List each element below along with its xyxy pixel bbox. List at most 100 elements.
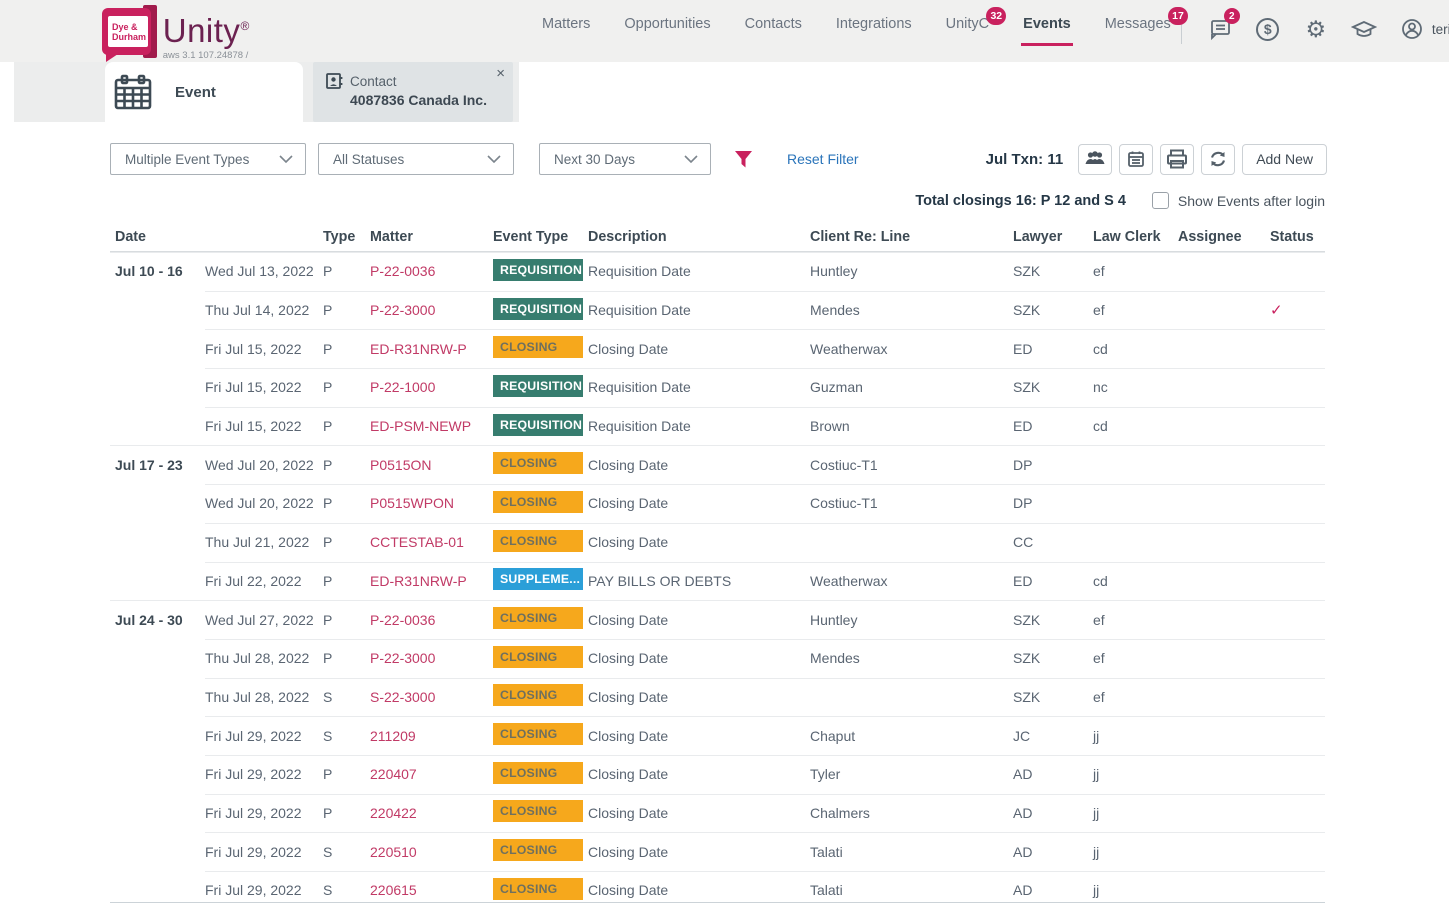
close-icon[interactable]: × [496, 66, 505, 81]
tab-event[interactable]: Event [105, 62, 303, 122]
table-row[interactable]: Fri Jul 15, 2022 P ED-R31NRW-P CLOSING C… [110, 329, 1325, 368]
chat-icon[interactable]: 2 [1206, 15, 1234, 43]
table-row[interactable]: Fri Jul 29, 2022 P 220407 CLOSING Closin… [110, 755, 1325, 794]
table-row[interactable]: Jul 17 - 23 Wed Jul 20, 2022 P P0515ON C… [110, 445, 1325, 484]
date-range-select[interactable]: Next 30 Days [539, 143, 711, 175]
show-events-label: Show Events after login [1178, 193, 1325, 209]
record-type: P [318, 379, 365, 395]
record-type: P [318, 805, 365, 821]
matter-link[interactable]: 220615 [370, 882, 417, 898]
table-row[interactable]: Fri Jul 29, 2022 S 220510 CLOSING Closin… [110, 832, 1325, 871]
client-re-line: Costiuc-T1 [805, 457, 1008, 473]
table-row[interactable]: Fri Jul 15, 2022 P P-22-1000 REQUISITION… [110, 368, 1325, 407]
table-row[interactable]: Fri Jul 29, 2022 S 220615 CLOSING Closin… [110, 871, 1325, 906]
contact-card-icon [325, 72, 343, 90]
matter-link[interactable]: P-22-0036 [370, 612, 435, 628]
show-events-checkbox[interactable] [1152, 192, 1169, 209]
table-row[interactable]: Thu Jul 28, 2022 S S-22-3000 CLOSING Clo… [110, 678, 1325, 717]
date-group-label: Jul 10 - 16 [110, 263, 200, 279]
client-re-line: Weatherwax [805, 341, 1008, 357]
user-menu[interactable]: teri.cale@dyedu... [1398, 15, 1449, 43]
event-types-select[interactable]: Multiple Event Types [110, 143, 306, 175]
event-type-badge: CLOSING [493, 800, 583, 822]
matter-link[interactable]: P-22-1000 [370, 379, 435, 395]
reset-filter-link[interactable]: Reset Filter [787, 151, 859, 167]
product-name: Unity® [163, 8, 257, 49]
record-type: P [318, 650, 365, 666]
chevron-down-icon [684, 155, 698, 163]
nav-events-label: Events [1023, 16, 1071, 32]
event-date: Fri Jul 29, 2022 [200, 844, 318, 860]
nav-messages[interactable]: Messages17 [1105, 16, 1171, 46]
refresh-button[interactable] [1201, 144, 1235, 175]
nav-unityc[interactable]: UnityC32 [946, 16, 990, 46]
table-row[interactable]: Wed Jul 20, 2022 P P0515WPON CLOSING Clo… [110, 484, 1325, 523]
nav-matters[interactable]: Matters [542, 16, 590, 46]
lawyer-initials: CC [1008, 534, 1088, 550]
lawyer-initials: JC [1008, 728, 1088, 744]
matter-link[interactable]: CCTESTAB-01 [370, 534, 464, 550]
header-law-clerk: Law Clerk [1088, 229, 1173, 245]
summary-row: Total closings 16: P 12 and S 4 Show Eve… [110, 192, 1325, 209]
event-date: Thu Jul 28, 2022 [200, 689, 318, 705]
event-description: Closing Date [583, 495, 805, 511]
tab-contact-name: 4087836 Canada Inc. [350, 92, 503, 108]
matter-link[interactable]: 220422 [370, 805, 417, 821]
record-type: P [318, 263, 365, 279]
matter-link[interactable]: S-22-3000 [370, 689, 435, 705]
law-clerk-initials: jj [1088, 766, 1173, 782]
app-window: Dye & Durham Unity® aws 3.1 107.24878 / … [0, 0, 1449, 906]
matter-link[interactable]: P0515WPON [370, 495, 454, 511]
print-button[interactable] [1160, 144, 1194, 175]
table-row[interactable]: Jul 10 - 16 Wed Jul 13, 2022 P P-22-0036… [110, 252, 1325, 291]
law-clerk-initials: cd [1088, 573, 1173, 589]
table-row[interactable]: Fri Jul 15, 2022 P ED-PSM-NEWP REQUISITI… [110, 407, 1325, 446]
nav-events[interactable]: Events [1023, 16, 1071, 46]
matter-link[interactable]: ED-PSM-NEWP [370, 418, 471, 434]
learning-graduation-cap-icon[interactable] [1350, 15, 1378, 43]
matter-link[interactable]: 220407 [370, 766, 417, 782]
record-type: S [318, 728, 365, 744]
billing-dollar-icon[interactable]: $ [1254, 15, 1282, 43]
matter-link[interactable]: P0515ON [370, 457, 431, 473]
table-row[interactable]: Thu Jul 21, 2022 P CCTESTAB-01 CLOSING C… [110, 523, 1325, 562]
matter-link[interactable]: 220510 [370, 844, 417, 860]
matter-link[interactable]: 211209 [370, 728, 416, 744]
status-check-icon: ✓ [1265, 301, 1325, 319]
statuses-select[interactable]: All Statuses [318, 143, 514, 175]
law-clerk-initials: ef [1088, 302, 1173, 318]
matter-link[interactable]: P-22-0036 [370, 263, 435, 279]
table-row[interactable]: Fri Jul 29, 2022 S 211209 CLOSING Closin… [110, 716, 1325, 755]
client-re-line: Chaput [805, 728, 1008, 744]
lawyer-initials: SZK [1008, 263, 1088, 279]
chevron-down-icon [487, 155, 501, 163]
matter-link[interactable]: P-22-3000 [370, 650, 435, 666]
calendar-view-button[interactable] [1119, 144, 1153, 175]
nav-opportunities[interactable]: Opportunities [624, 16, 710, 46]
record-type: S [318, 882, 365, 898]
record-type: P [318, 612, 365, 628]
table-row[interactable]: Jul 24 - 30 Wed Jul 27, 2022 P P-22-0036… [110, 600, 1325, 639]
table-row[interactable]: Fri Jul 29, 2022 P 220422 CLOSING Closin… [110, 794, 1325, 833]
settings-gear-icon[interactable]: ⚙ [1302, 15, 1330, 43]
client-re-line: Costiuc-T1 [805, 495, 1008, 511]
filter-funnel-icon[interactable] [734, 150, 753, 169]
record-type: P [318, 302, 365, 318]
matter-link[interactable]: P-22-3000 [370, 302, 435, 318]
add-new-button[interactable]: Add New [1242, 144, 1327, 175]
event-type-badge: CLOSING [493, 646, 583, 668]
nav-contacts[interactable]: Contacts [745, 16, 802, 46]
table-body: Jul 10 - 16 Wed Jul 13, 2022 P P-22-0036… [110, 252, 1325, 906]
event-type-badge: REQUISITION [493, 298, 583, 320]
group-people-button[interactable] [1078, 144, 1112, 175]
lawyer-initials: SZK [1008, 302, 1088, 318]
table-row[interactable]: Thu Jul 14, 2022 P P-22-3000 REQUISITION… [110, 291, 1325, 330]
nav-integrations[interactable]: Integrations [836, 16, 912, 46]
matter-link[interactable]: ED-R31NRW-P [370, 573, 467, 589]
matter-link[interactable]: ED-R31NRW-P [370, 341, 467, 357]
table-row[interactable]: Fri Jul 22, 2022 P ED-R31NRW-P SUPPLEME.… [110, 562, 1325, 601]
events-table: Date Type Matter Event Type Description … [110, 222, 1325, 906]
tab-contact[interactable]: Contact 4087836 Canada Inc. × [313, 62, 513, 122]
table-row[interactable]: Thu Jul 28, 2022 P P-22-3000 CLOSING Clo… [110, 639, 1325, 678]
event-date: Thu Jul 28, 2022 [200, 650, 318, 666]
